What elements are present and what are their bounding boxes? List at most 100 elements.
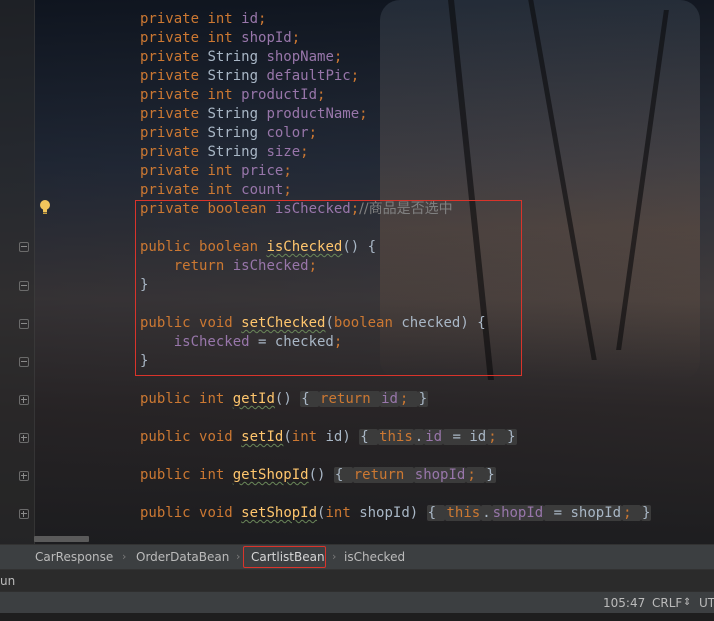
code-line[interactable]: private int count; (140, 181, 292, 200)
breadcrumb-item-ischecked[interactable]: isChecked (344, 550, 405, 564)
code-token: ; (487, 429, 507, 445)
code-line[interactable]: public void setShopId(int shopId) { this… (140, 504, 652, 523)
code-token: this (378, 429, 414, 445)
code-token: shopId) (359, 505, 427, 521)
code-token: { (300, 391, 320, 407)
code-token: ; (333, 49, 343, 65)
code-token: String (207, 125, 267, 141)
code-token: ; (283, 163, 292, 179)
code-token: { (426, 505, 446, 521)
breadcrumb: CarResponse › OrderDataBean › CartlistBe… (0, 544, 714, 570)
code-token: size (266, 144, 301, 160)
code-token: productName (266, 106, 360, 122)
caret-position[interactable]: 105:47 (603, 596, 645, 610)
code-token: shopId (241, 30, 292, 46)
code-token: return (319, 391, 381, 407)
breadcrumb-item-cartlistbean[interactable]: CartlistBean (251, 550, 325, 564)
code-token: public (140, 391, 200, 407)
intention-bulb-icon[interactable] (39, 199, 51, 215)
code-token: return (352, 467, 414, 483)
code-token: int (291, 429, 326, 445)
code-token: void (199, 505, 242, 521)
code-token: ; (350, 68, 360, 84)
code-line[interactable]: private int shopId; (140, 29, 300, 48)
code-token: setShopId (241, 505, 318, 521)
code-token: } (506, 429, 517, 445)
code-line[interactable]: private int price; (140, 162, 292, 181)
code-token: int (207, 182, 242, 198)
fold-expand-icon[interactable] (19, 471, 29, 481)
code-token: () (308, 467, 334, 483)
code-token: } (640, 505, 652, 521)
code-line[interactable]: private String color; (140, 124, 317, 143)
code-token: { (359, 429, 379, 445)
fold-expand-icon[interactable] (19, 433, 29, 443)
code-token: String (207, 144, 267, 160)
code-token: ; (283, 182, 292, 198)
encoding-selector[interactable]: UT (699, 596, 714, 610)
fold-collapse-icon[interactable] (19, 242, 29, 252)
code-token: productId (241, 87, 318, 103)
breadcrumb-item-carresponse[interactable]: CarResponse (35, 550, 113, 564)
code-token: private (140, 11, 208, 27)
code-token: ; (398, 391, 418, 407)
code-line[interactable]: private String defaultPic; (140, 67, 359, 86)
code-token: int (325, 505, 360, 521)
fold-collapse-icon[interactable] (19, 281, 29, 291)
horizontal-scrollbar[interactable] (34, 536, 89, 542)
code-token: ; (466, 467, 486, 483)
code-line[interactable]: private int id; (140, 10, 266, 29)
code-token: private (140, 144, 208, 160)
code-token: id (241, 11, 259, 27)
code-token: ; (258, 11, 267, 27)
fold-collapse-icon[interactable] (19, 357, 29, 367)
line-separator-selector[interactable]: CRLF (652, 596, 682, 610)
code-line[interactable]: private int productId; (140, 86, 325, 105)
code-token: ( (283, 429, 292, 445)
code-token: ; (300, 144, 309, 160)
code-line[interactable]: private String size; (140, 143, 309, 162)
code-token: id) (325, 429, 360, 445)
code-token: shopName (266, 49, 334, 65)
code-token: public (140, 505, 200, 521)
code-token: ; (359, 106, 368, 122)
code-token: } (417, 391, 429, 407)
code-token: int (207, 11, 242, 27)
code-token: private (140, 125, 208, 141)
code-token: setId (241, 429, 284, 445)
fold-collapse-icon[interactable] (19, 319, 29, 329)
code-token: . (413, 429, 425, 445)
code-token: public (140, 467, 200, 483)
code-line[interactable]: public int getShopId() { return shopId; … (140, 466, 496, 485)
code-line[interactable]: private String productName; (140, 105, 368, 124)
code-token: { (333, 467, 353, 483)
code-token: defaultPic (266, 68, 351, 84)
breadcrumb-separator: › (236, 550, 241, 563)
code-token: = id (443, 429, 488, 445)
code-token: private (140, 49, 208, 65)
code-token: shopId (491, 505, 545, 521)
tool-window-tab-label[interactable]: un (0, 574, 15, 588)
code-token: private (140, 68, 208, 84)
editor-gutter[interactable] (0, 0, 35, 544)
code-line[interactable]: public void setId(int id) { this. id = id… (140, 428, 517, 447)
code-line[interactable]: private String shopName; (140, 48, 342, 67)
code-token: getShopId (232, 467, 309, 483)
code-token: ; (622, 505, 641, 521)
tool-window-strip: un (0, 569, 714, 592)
code-token: int (207, 30, 242, 46)
code-token: id (424, 429, 444, 445)
code-token: ; (291, 30, 301, 46)
code-token: int (207, 163, 242, 179)
code-token: int (199, 391, 233, 407)
code-line[interactable]: public int getId() { return id; } (140, 390, 429, 409)
fold-expand-icon[interactable] (19, 395, 29, 405)
code-editor[interactable]: private int id; private int shopId; privat… (0, 0, 714, 544)
code-token: int (199, 467, 233, 483)
breadcrumb-separator: › (332, 550, 337, 563)
line-separator-arrow-icon: ⇕ (683, 597, 692, 608)
fold-expand-icon[interactable] (19, 509, 29, 519)
window-bottom-edge (0, 613, 714, 621)
breadcrumb-item-orderdatabean[interactable]: OrderDataBean (136, 550, 229, 564)
code-token: id (380, 391, 399, 407)
